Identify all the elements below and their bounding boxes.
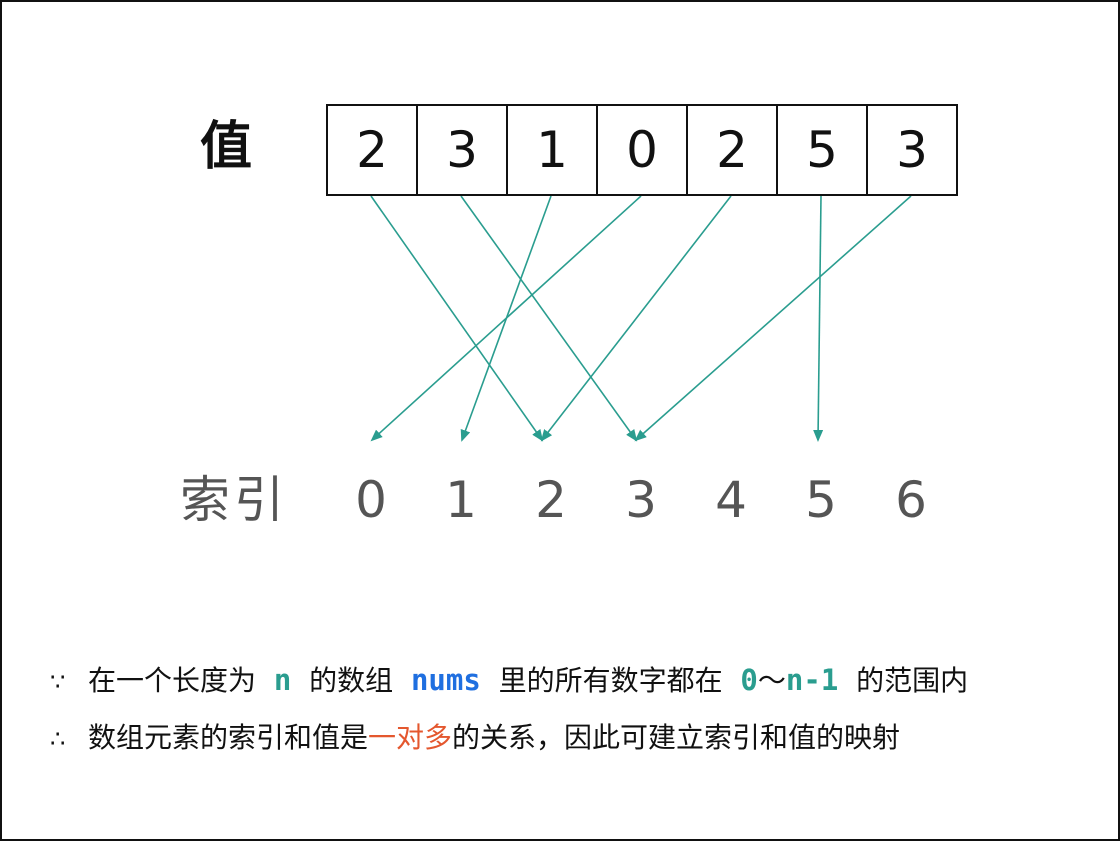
mapping-arrow [370, 195, 544, 442]
value-cell: 2 [688, 106, 778, 194]
code-zero: 0 [740, 663, 758, 697]
value-cell: 3 [418, 106, 508, 194]
index-label: 5 [805, 471, 837, 529]
value-row-label: 值 [200, 117, 253, 177]
index-label: 4 [715, 471, 747, 529]
note-text: 里的所有数字都在 [498, 664, 723, 697]
value-cell: 0 [598, 106, 688, 194]
note-text: 的范围内 [856, 664, 969, 697]
value-cell: 1 [508, 106, 598, 194]
value-cell: 2 [328, 106, 418, 194]
index-label: 6 [895, 471, 927, 529]
note-text: 数组元素的索引和值是 [88, 721, 369, 754]
diagram-canvas: 值 2 3 1 0 2 5 3 索引 0 1 2 3 4 5 6 ∵ 在一个长度为… [0, 0, 1120, 841]
code-n: n [273, 663, 292, 697]
index-row-label: 索引 [180, 471, 288, 529]
note-text: 的关系，因此可建立索引和值的映射 [452, 721, 901, 754]
therefore-symbol: ∴ [50, 725, 66, 753]
mapping-arrow [540, 195, 732, 442]
code-nums: nums [410, 663, 481, 697]
value-cell: 3 [896, 121, 928, 179]
conclusion-note: ∴ 数组元素的索引和值是一对多的关系，因此可建立索引和值的映射 [50, 718, 900, 759]
index-label: 2 [535, 471, 567, 529]
index-label: 1 [445, 471, 477, 529]
value-cell: 5 [778, 106, 868, 194]
mapping-arrow [460, 195, 638, 442]
tilde-text: ～ [757, 664, 786, 697]
index-label: 3 [625, 471, 657, 529]
mapping-arrow [634, 195, 912, 442]
mapping-arrow [813, 195, 824, 442]
highlight-one-to-many: 一对多 [368, 721, 453, 754]
note-text: 的数组 [309, 664, 394, 697]
premise-note: ∵ 在一个长度为 n 的数组 nums 里的所有数字都在 0～n-1 的范围内 [50, 660, 968, 702]
code-n-minus-1: n-1 [785, 663, 839, 697]
value-array: 2 3 1 0 2 5 3 [326, 104, 958, 196]
note-text: 在一个长度为 [88, 664, 257, 697]
because-symbol: ∵ [50, 668, 66, 696]
index-label: 0 [355, 471, 387, 529]
mapping-arrow [370, 195, 642, 442]
